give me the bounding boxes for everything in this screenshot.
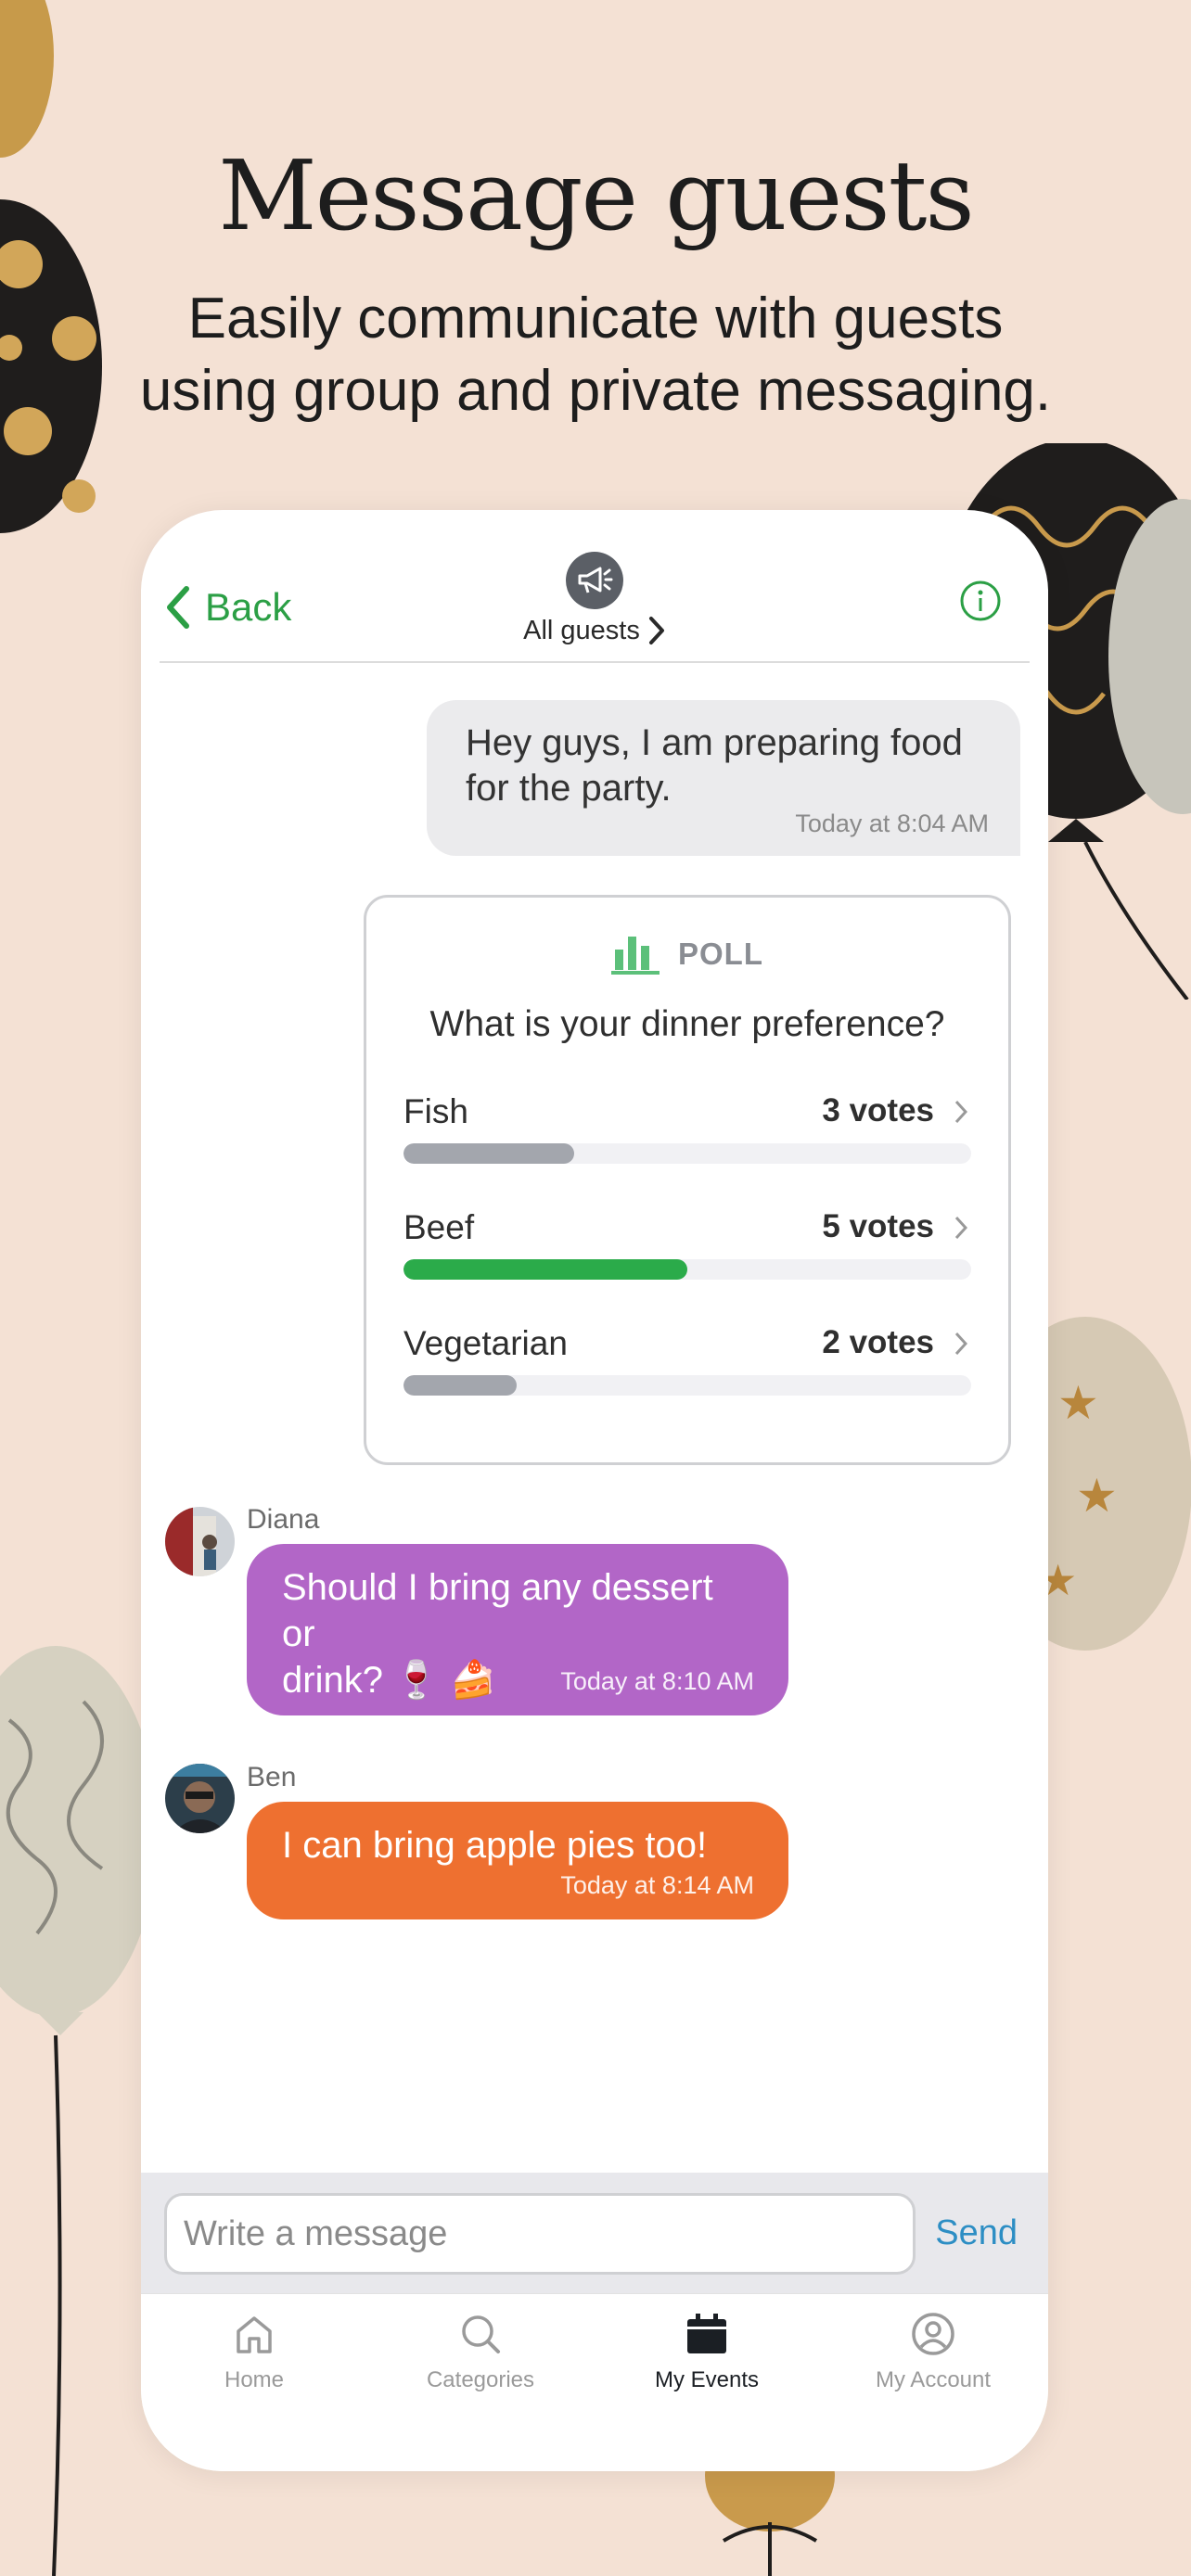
poll-option-bar xyxy=(403,1259,687,1280)
calendar-icon xyxy=(687,2314,726,2353)
megaphone-icon xyxy=(566,552,623,609)
tab-my-events-label: My Events xyxy=(654,2367,760,2392)
poll-option-track xyxy=(403,1143,971,1164)
poll-option[interactable]: Fish 3 votes xyxy=(403,1092,971,1176)
navigation-bar: Back All guests xyxy=(141,510,1048,663)
balloon-beige-left xyxy=(0,1646,158,2576)
send-button[interactable]: Send xyxy=(935,2213,1018,2253)
subheadline-line-1: Easily communicate with guests xyxy=(187,287,1004,351)
conversation-title-label: All guests xyxy=(523,615,640,645)
poll-option[interactable]: Beef 5 votes xyxy=(403,1208,971,1292)
tab-home[interactable]: Home xyxy=(141,2311,367,2393)
poll-option-track xyxy=(403,1375,971,1396)
poll-option-label: Beef xyxy=(403,1208,475,1246)
chevron-right-icon xyxy=(954,1216,967,1240)
info-icon[interactable] xyxy=(959,580,1002,622)
balloon-stars: ★ ★ ★ xyxy=(1039,1317,1191,1651)
message-input[interactable] xyxy=(164,2193,916,2275)
poll-option-bar xyxy=(403,1143,574,1164)
message-timestamp: Today at 8:04 AM xyxy=(795,810,989,837)
avatar-ben[interactable] xyxy=(165,1764,235,1833)
incoming-message-ben: I can bring apple pies too! Today at 8:1… xyxy=(247,1802,788,1919)
message-timestamp: Today at 8:10 AM xyxy=(560,1667,754,1695)
poll-option-label: Fish xyxy=(403,1092,468,1130)
tab-my-account-label: My Account xyxy=(875,2367,992,2392)
sender-name: Diana xyxy=(247,1504,320,1535)
page-subheadline: Easily communicate with guests using gro… xyxy=(0,283,1191,427)
chevron-right-icon xyxy=(954,1100,967,1124)
outgoing-message: Hey guys, I am preparing food for the pa… xyxy=(427,700,1020,856)
phone-screen: Back All guests Hey guys, I am preparing… xyxy=(141,510,1048,2471)
tab-categories-label: Categories xyxy=(426,2367,535,2392)
poll-option-votes: 5 votes xyxy=(822,1208,934,1244)
tab-my-events[interactable]: My Events xyxy=(594,2311,820,2393)
tab-home-label: Home xyxy=(224,2367,285,2392)
svg-text:★: ★ xyxy=(1057,1377,1099,1429)
poll-header: POLL xyxy=(678,937,763,971)
page-headline: Message guests xyxy=(218,139,975,252)
subheadline-line-2: using group and private messaging. xyxy=(139,359,1052,423)
message-text-line-1: Hey guys, I am preparing food xyxy=(466,722,963,763)
message-text-line-1: Should I bring any dessert or xyxy=(282,1567,713,1654)
search-icon xyxy=(462,2315,500,2353)
poll-option-track xyxy=(403,1259,971,1280)
poll-card: POLL What is your dinner preference? Fis… xyxy=(364,895,1011,1465)
tab-bar: Home Categories My Events My Account xyxy=(141,2293,1048,2471)
account-icon xyxy=(912,2313,954,2355)
nav-divider xyxy=(160,661,1030,663)
poll-option-votes: 2 votes xyxy=(822,1324,934,1360)
balloon-gold-left xyxy=(0,0,54,158)
svg-text:★: ★ xyxy=(1076,1470,1118,1522)
conversation-title[interactable]: All guests xyxy=(141,552,1048,646)
home-icon xyxy=(237,2316,272,2353)
incoming-message-diana: Should I bring any dessert or drink? 🍷 🍰… xyxy=(247,1544,788,1715)
tab-my-account[interactable]: My Account xyxy=(820,2311,1046,2393)
poll-option-bar xyxy=(403,1375,518,1396)
poll-option-label: Vegetarian xyxy=(403,1324,568,1362)
chevron-right-icon xyxy=(954,1332,967,1356)
message-composer: Send xyxy=(141,2173,1048,2293)
poll-question: What is your dinner preference? xyxy=(429,1004,945,1044)
tab-categories[interactable]: Categories xyxy=(367,2311,594,2393)
chevron-right-icon xyxy=(648,617,664,644)
poll-option-votes: 3 votes xyxy=(822,1092,934,1129)
message-timestamp: Today at 8:14 AM xyxy=(560,1871,754,1899)
sender-name: Ben xyxy=(247,1762,297,1792)
balloon-gold-bottom xyxy=(705,2467,835,2576)
avatar-diana[interactable] xyxy=(165,1507,235,1576)
bar-chart-icon xyxy=(611,937,660,975)
poll-option[interactable]: Vegetarian 2 votes xyxy=(403,1324,971,1408)
